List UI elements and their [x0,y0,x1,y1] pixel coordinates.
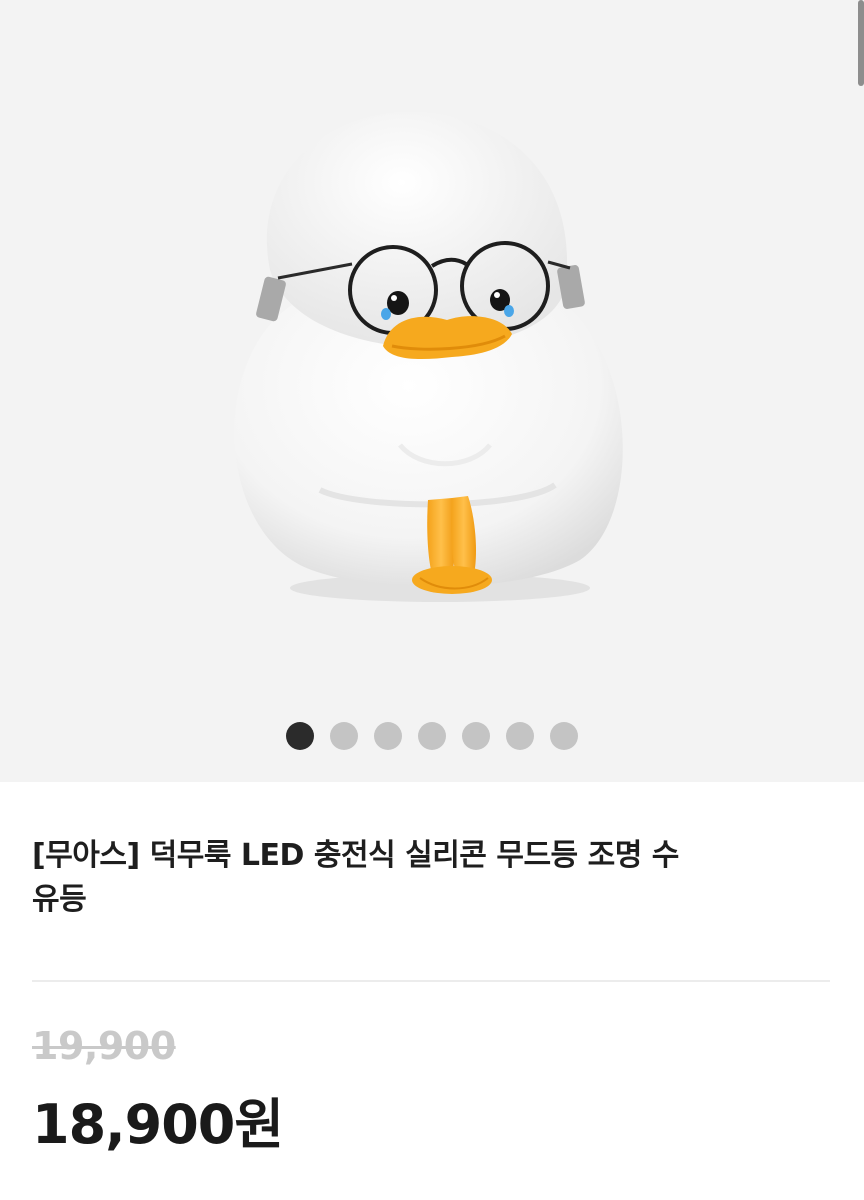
divider [32,980,830,982]
slide-dot-3[interactable] [374,722,402,750]
product-image-gallery[interactable] [0,0,864,782]
slide-dot-1[interactable] [286,722,314,750]
slide-dot-2[interactable] [330,722,358,750]
product-title: [무아스] 덕무룩 LED 충전식 실리콘 무드등 조명 수 유등 [32,834,832,922]
product-title-line2: 유등 [32,882,87,917]
sale-price: 18,900원 [32,1093,284,1156]
slide-dot-5[interactable] [462,722,490,750]
slide-indicator [0,722,864,750]
original-price: 19,900 [32,1024,176,1068]
slide-dot-4[interactable] [418,722,446,750]
slide-dot-6[interactable] [506,722,534,750]
product-title-line1: [무아스] 덕무룩 LED 충전식 실리콘 무드등 조명 수 [32,838,679,873]
slide-dot-7[interactable] [550,722,578,750]
product-image [234,111,623,602]
